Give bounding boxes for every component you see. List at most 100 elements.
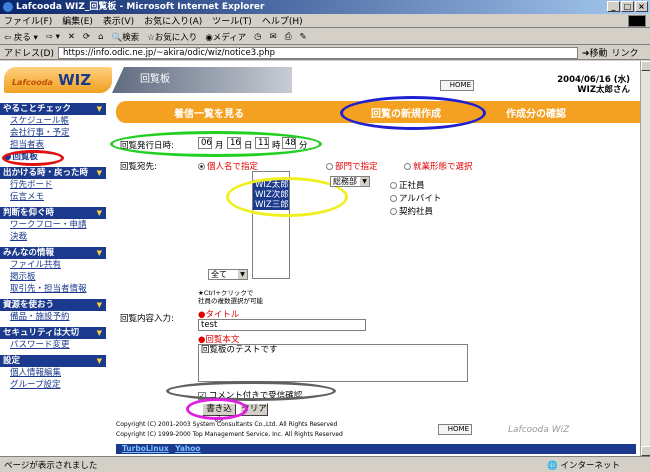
- scroll-up-button[interactable]: [641, 61, 650, 71]
- sidebar-item-profile[interactable]: 個人情報編集: [0, 367, 106, 379]
- sidebar-head-todo: やることチェック: [0, 103, 106, 115]
- day-input[interactable]: 16: [227, 137, 241, 149]
- logo-small-text: Lafcooda: [12, 78, 53, 87]
- confirm-checkbox[interactable]: ✓ コメント付きで受信確認: [198, 389, 302, 401]
- sidebar-head-resources: 資源を使おう: [0, 299, 106, 311]
- sidebar-item-message-memo[interactable]: 伝言メモ: [0, 191, 106, 203]
- link-turbolinux[interactable]: TurboLinux: [122, 444, 169, 453]
- forward-button[interactable]: ⇨ ▾: [46, 32, 60, 42]
- menu-edit[interactable]: 編集(E): [62, 14, 93, 27]
- employment-option[interactable]: 正社員: [390, 179, 425, 191]
- tab-inbox[interactable]: 着信一覧を見る: [174, 105, 244, 120]
- back-button[interactable]: ⇦ 戻る ▾: [4, 31, 38, 43]
- sidebar-item-bulletin[interactable]: 掲示板: [0, 271, 106, 283]
- body-textarea[interactable]: 回覧板のテストです: [198, 344, 468, 382]
- header-date: 2004/06/16 (水): [557, 75, 630, 85]
- tab-bar: 着信一覧を見る 回覧の新規作成 作成分の確認: [116, 101, 640, 123]
- radio-dept-icon[interactable]: [326, 163, 333, 170]
- confirm-text: コメント付きで受信確認: [208, 391, 303, 401]
- address-input[interactable]: https://info.odic.ne.jp/~akira/odic/wiz/…: [57, 46, 578, 59]
- tab-new-circular[interactable]: 回覧の新規作成: [371, 105, 441, 120]
- sidebar-item-company-events[interactable]: 会社行事・予定: [0, 127, 106, 139]
- address-label: アドレス(D): [4, 49, 54, 59]
- links-label[interactable]: リンク: [612, 46, 639, 59]
- media-button[interactable]: ◉メディア: [205, 31, 246, 43]
- refresh-icon[interactable]: ⟳: [83, 32, 90, 42]
- tab-sent-check[interactable]: 作成分の確認: [506, 105, 566, 120]
- sidebar-item-staff-table[interactable]: 担当者表: [0, 139, 106, 151]
- sidebar-item-group-settings[interactable]: グループ設定: [0, 379, 106, 391]
- menu-file[interactable]: ファイル(F): [4, 14, 52, 27]
- home-icon[interactable]: ⌂: [98, 32, 103, 42]
- page-title: 回覧板: [112, 67, 292, 93]
- recipient-option[interactable]: WIZ太郎: [253, 180, 289, 190]
- home-button-bottom[interactable]: HOME: [438, 424, 472, 435]
- ie-icon: [3, 2, 13, 12]
- menu-help[interactable]: ヘルプ(H): [262, 14, 303, 27]
- dept-select[interactable]: 総務部: [330, 176, 370, 187]
- month-input[interactable]: 06: [198, 137, 212, 149]
- radio-employment[interactable]: 就業形態で選択: [404, 160, 473, 172]
- submit-button[interactable]: 書き込み: [202, 403, 236, 425]
- employment-radio-icon[interactable]: [390, 195, 397, 202]
- minimize-button[interactable]: _: [607, 1, 620, 12]
- employment-option[interactable]: 契約社員: [390, 205, 433, 217]
- menu-favorites[interactable]: お気に入り(A): [144, 14, 202, 27]
- radio-person-icon[interactable]: [198, 163, 205, 170]
- sidebar-item-circular[interactable]: 回覧板: [0, 151, 106, 163]
- status-text: ページが表示されました: [4, 460, 98, 471]
- partner-link-bar: TurboLinux Yahoo: [116, 444, 636, 454]
- edit-icon[interactable]: ✎: [300, 32, 307, 42]
- sidebar-item-reservation[interactable]: 備品・施設予約: [0, 311, 106, 323]
- maximize-button[interactable]: □: [621, 1, 634, 12]
- title-input[interactable]: test: [198, 319, 366, 331]
- scroll-down-button[interactable]: [641, 446, 650, 456]
- employment-radio-icon[interactable]: [390, 208, 397, 215]
- recipient-listbox[interactable]: WIZ太郎 WIZ次郎 WIZ三郎: [252, 171, 290, 279]
- stop-icon[interactable]: ✕: [68, 32, 75, 42]
- recipient-option[interactable]: WIZ次郎: [253, 190, 289, 200]
- window-title: Lafcooda WIZ_回覧板 - Microsoft Internet Ex…: [16, 2, 265, 12]
- checkbox-icon[interactable]: ✓: [198, 391, 206, 400]
- sidebar-head-judgement: 判断を仰ぐ時: [0, 207, 106, 219]
- radio-person[interactable]: 個人名で指定: [198, 160, 258, 172]
- search-button[interactable]: 🔍検索: [112, 31, 140, 43]
- employment-option[interactable]: アルバイト: [390, 192, 441, 204]
- sidebar-item-workflow[interactable]: ワークフロー・申請: [0, 219, 106, 231]
- menu-tools[interactable]: ツール(T): [212, 14, 252, 27]
- sidebar-head-shared-info: みんなの情報: [0, 247, 106, 259]
- sidebar-item-destination-board[interactable]: 行先ボード: [0, 179, 106, 191]
- radio-employment-icon[interactable]: [404, 163, 411, 170]
- recipient-option[interactable]: WIZ三郎: [253, 200, 289, 210]
- menu-view[interactable]: 表示(V): [103, 14, 134, 27]
- go-button[interactable]: ➜移動: [582, 46, 608, 59]
- sidebar-item-clients[interactable]: 取引先・担当者情報: [0, 283, 106, 295]
- favorites-button[interactable]: ☆お気に入り: [147, 31, 197, 43]
- filter-select[interactable]: 全て: [208, 269, 248, 280]
- home-button-top[interactable]: HOME: [440, 80, 474, 91]
- history-icon[interactable]: ◷: [254, 32, 261, 42]
- close-button[interactable]: ×: [635, 1, 648, 12]
- mail-icon[interactable]: ✉: [270, 32, 277, 42]
- radio-person-text: 個人名で指定: [207, 162, 259, 172]
- hour-input[interactable]: 11: [255, 137, 269, 149]
- windows-logo-icon: [628, 15, 646, 27]
- ctrl-note-2: 社員の複数選択が可能: [198, 297, 263, 305]
- vertical-scrollbar[interactable]: [640, 61, 650, 456]
- address-bar: アドレス(D) https://info.odic.ne.jp/~akira/o…: [0, 46, 650, 60]
- radio-dept[interactable]: 部門で指定: [326, 160, 378, 172]
- lafcooda-logo: Lafcooda WIZ: [4, 67, 112, 93]
- copyright-2: Copyright (C) 1999-2000 Top Management S…: [116, 431, 343, 438]
- sidebar-item-schedule[interactable]: スケジュール帳: [0, 115, 106, 127]
- recipients-label: 回覧宛先:: [120, 162, 157, 172]
- clear-button[interactable]: クリア: [240, 403, 268, 416]
- sidebar-item-approval[interactable]: 決裁: [0, 231, 106, 243]
- employment-radio-icon[interactable]: [390, 182, 397, 189]
- link-yahoo[interactable]: Yahoo: [175, 444, 200, 453]
- security-zone: 🌐 インターネット: [547, 461, 620, 471]
- sidebar-item-password[interactable]: パスワード変更: [0, 339, 106, 351]
- print-icon[interactable]: ⎙: [285, 32, 292, 42]
- month-unit: 月: [215, 141, 224, 151]
- minute-input[interactable]: 48: [282, 137, 296, 149]
- sidebar-item-file-share[interactable]: ファイル共有: [0, 259, 106, 271]
